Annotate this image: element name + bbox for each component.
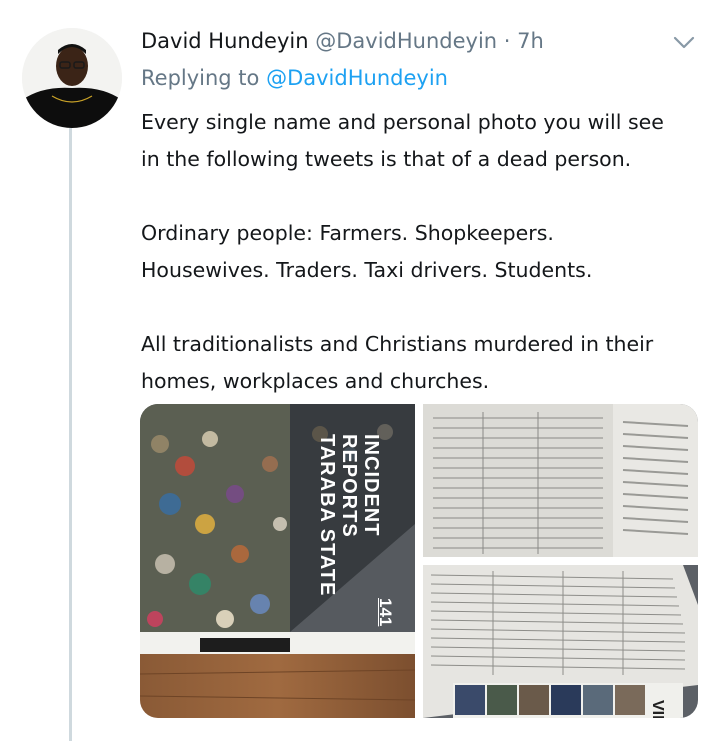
tweet-line: Every single name and personal photo you… [141,110,664,134]
replying-to: Replying to @DavidHundeyin [141,63,448,93]
page-fragment-text: VIL [649,700,666,718]
timestamp[interactable]: 7h [517,29,544,53]
handle[interactable]: @DavidHundeyin [315,29,497,53]
photo-book-cover[interactable]: INCIDENT REPORTS TARABA STATE 141 [140,404,415,718]
tweet-line: homes, workplaces and churches. [141,369,490,393]
book-page-number: 141 [376,598,395,627]
photo-table-page-2[interactable] [423,565,698,718]
tweet-line: Housewives. Traders. Taxi drivers. Stude… [141,258,593,282]
tweet-line: in the following tweets is that of a dea… [141,147,632,171]
book-title-line: INCIDENT [360,434,382,537]
book-title: INCIDENT REPORTS TARABA STATE [232,434,382,634]
photo-table-page-1[interactable] [423,404,698,557]
chevron-down-icon[interactable] [670,30,698,54]
avatar[interactable] [22,28,122,128]
display-name[interactable]: David Hundeyin [141,29,309,53]
book-title-line: TARABA STATE [316,434,338,597]
replying-handle-link[interactable]: @DavidHundeyin [266,66,448,90]
book-title-line: REPORTS [338,434,360,538]
tweet-header: David Hundeyin @DavidHundeyin · 7h [141,26,544,56]
replying-label: Replying to [141,66,260,90]
tweet[interactable]: David Hundeyin @DavidHundeyin · 7h Reply… [0,0,720,741]
tweet-line: Ordinary people: Farmers. Shopkeepers. [141,221,554,245]
thread-line [69,128,72,741]
tweet-text: Every single name and personal photo you… [141,104,701,400]
tweet-line: All traditionalists and Christians murde… [141,332,654,356]
media-grid: INCIDENT REPORTS TARABA STATE 141 VIL [140,404,698,718]
separator: · [503,29,511,53]
